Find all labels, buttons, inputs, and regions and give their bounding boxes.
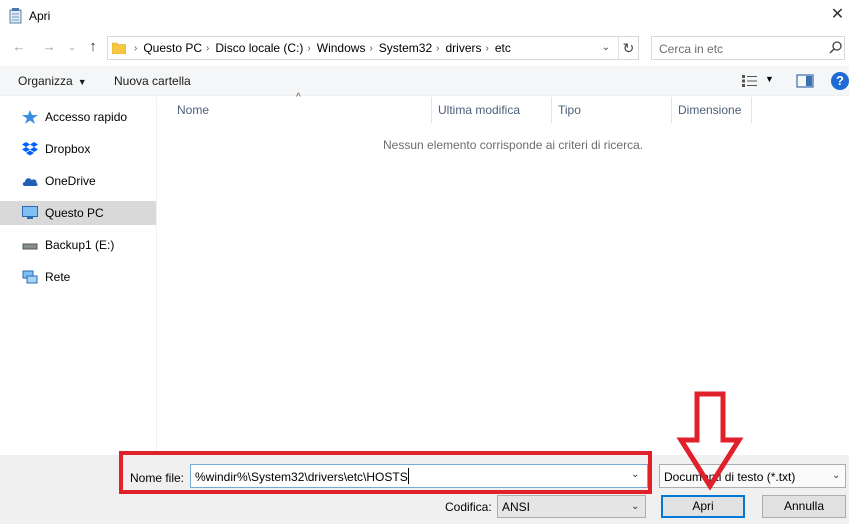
chevron-right-icon[interactable]: › xyxy=(486,43,489,54)
address-bar[interactable]: › Questo PC › Disco locale (C:) › Window… xyxy=(107,36,639,60)
breadcrumb-item[interactable]: Windows xyxy=(317,41,366,55)
forward-arrow-icon[interactable]: → xyxy=(40,38,58,56)
view-dropdown-icon[interactable]: ▼ xyxy=(765,74,774,84)
view-options-icon[interactable] xyxy=(741,74,759,88)
column-header-modified[interactable]: Ultima modifica xyxy=(432,97,552,123)
command-toolbar: Organizza ▼ Nuova cartella ▼ ? xyxy=(0,66,849,96)
chevron-right-icon[interactable]: › xyxy=(206,43,209,54)
column-header-name[interactable]: Nome xyxy=(171,97,432,123)
annotation-highlight-box xyxy=(119,451,652,494)
address-dropdown-icon[interactable]: ⌄ xyxy=(598,40,614,56)
computer-icon xyxy=(22,206,38,219)
navigation-pane: Accesso rapido Dropbox OneDrive Questo P… xyxy=(0,97,157,455)
sidebar-item-label: Accesso rapido xyxy=(45,110,128,124)
back-arrow-icon[interactable]: ← xyxy=(10,38,28,56)
chevron-right-icon[interactable]: › xyxy=(369,43,372,54)
encoding-label: Codifica: xyxy=(445,500,492,514)
dropdown-arrow-icon: ▼ xyxy=(77,77,87,87)
breadcrumb-item[interactable]: System32 xyxy=(379,41,432,55)
sidebar-item-onedrive[interactable]: OneDrive xyxy=(0,169,156,193)
help-icon[interactable]: ? xyxy=(831,72,849,90)
breadcrumb-item[interactable]: etc xyxy=(495,41,511,55)
window-title: Apri xyxy=(29,9,51,23)
sidebar-item-label: Dropbox xyxy=(45,142,91,156)
encoding-select[interactable]: ANSI ⌄ xyxy=(497,495,646,518)
star-icon xyxy=(22,110,38,124)
folder-icon xyxy=(112,42,126,54)
navigation-bar: ← → ⌄ ↑ › Questo PC › Disco locale (C:) … xyxy=(0,32,849,64)
close-button[interactable]: ✕ xyxy=(826,2,849,30)
sidebar-item-label: Rete xyxy=(45,270,71,284)
open-button[interactable]: Apri xyxy=(661,495,745,518)
search-icon[interactable] xyxy=(829,40,843,56)
file-list: ^ Nome Ultima modifica Tipo Dimensione N… xyxy=(158,92,849,455)
preview-pane-icon[interactable] xyxy=(796,74,814,88)
column-header-size[interactable]: Dimensione xyxy=(672,97,752,123)
sidebar-item-this-pc[interactable]: Questo PC xyxy=(0,201,156,225)
notepad-icon xyxy=(9,8,22,24)
sidebar-item-label: OneDrive xyxy=(45,174,96,188)
chevron-down-icon: ⌄ xyxy=(832,470,841,481)
breadcrumb-item[interactable]: Disco locale (C:) xyxy=(215,41,303,55)
sidebar-item-label: Backup1 (E:) xyxy=(45,238,115,252)
cancel-button[interactable]: Annulla xyxy=(762,495,846,518)
organize-label: Organizza xyxy=(18,74,73,88)
empty-message: Nessun elemento corrisponde ai criteri d… xyxy=(383,138,644,152)
sidebar-item-network[interactable]: Rete xyxy=(0,265,156,289)
sidebar-item-label: Questo PC xyxy=(45,206,104,220)
up-arrow-icon[interactable]: ↑ xyxy=(84,38,102,56)
chevron-down-icon: ⌄ xyxy=(631,501,640,512)
search-placeholder: Cerca in etc xyxy=(659,42,724,56)
new-folder-button[interactable]: Nuova cartella xyxy=(114,74,191,88)
refresh-icon[interactable]: ↻ xyxy=(618,37,638,59)
dropbox-icon xyxy=(22,142,38,156)
column-header-type[interactable]: Tipo xyxy=(552,97,672,123)
chevron-right-icon[interactable]: › xyxy=(436,43,439,54)
title-bar: Apri ✕ xyxy=(0,0,849,32)
recent-chevron-icon[interactable]: ⌄ xyxy=(63,38,81,56)
network-icon xyxy=(22,270,38,284)
breadcrumb-item[interactable]: drivers xyxy=(446,41,482,55)
chevron-right-icon[interactable]: › xyxy=(307,43,310,54)
cloud-icon xyxy=(22,178,38,186)
sidebar-item-backup-drive[interactable]: Backup1 (E:) xyxy=(0,233,156,257)
encoding-value: ANSI xyxy=(502,500,531,514)
sidebar-item-quick-access[interactable]: Accesso rapido xyxy=(0,105,156,129)
breadcrumb: › Questo PC › Disco locale (C:) › Window… xyxy=(130,37,511,59)
search-input[interactable]: Cerca in etc xyxy=(651,36,845,60)
organize-menu[interactable]: Organizza ▼ xyxy=(18,74,87,88)
sidebar-item-dropbox[interactable]: Dropbox xyxy=(0,137,156,161)
annotation-down-arrow-icon xyxy=(676,391,744,490)
breadcrumb-item[interactable]: Questo PC xyxy=(143,41,202,55)
chevron-right-icon: › xyxy=(134,42,138,54)
drive-icon xyxy=(22,243,38,250)
